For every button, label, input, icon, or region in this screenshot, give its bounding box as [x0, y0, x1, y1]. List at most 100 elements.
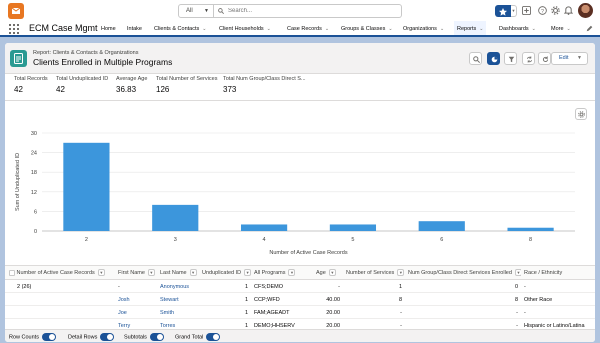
table-cell-link[interactable]: Stewart	[157, 294, 199, 306]
nav-item-home[interactable]: Home	[101, 21, 116, 37]
column-header-age[interactable]: Age ▼	[313, 265, 343, 280]
column-header-race-ethnicity[interactable]: Race / Ethnicity	[521, 265, 595, 280]
nav-item-label: Client Households	[219, 26, 264, 32]
search-scope-label: All	[186, 8, 193, 14]
chevron-down-icon[interactable]: ▼	[397, 269, 405, 277]
chevron-down-icon[interactable]: ▼	[328, 269, 336, 277]
global-search[interactable]	[214, 4, 402, 18]
table-cell: -	[343, 307, 405, 319]
nav-item-label: Clients & Contacts	[154, 26, 200, 32]
app-logo	[8, 3, 24, 19]
table-cell: CCP;WFD	[251, 294, 313, 306]
gear-icon[interactable]	[551, 6, 560, 15]
column-header-unduplicated-id[interactable]: Unduplicated ID ▼	[199, 265, 251, 280]
column-header-label: First Name	[118, 270, 145, 276]
app-nav-bar: ECM Case Mgmt Home Intake Clients & Cont…	[0, 21, 600, 37]
app-launcher-icon[interactable]	[9, 24, 19, 34]
group-label	[5, 307, 115, 319]
chevron-down-icon[interactable]: ⌄	[267, 26, 271, 32]
search-input[interactable]	[228, 6, 398, 16]
bar	[329, 224, 377, 231]
toggle-switch[interactable]: on	[149, 333, 164, 341]
chevron-down-icon[interactable]: ⌄	[325, 26, 329, 32]
y-tick-label: 0	[34, 229, 37, 235]
chevron-down-icon[interactable]: ▼	[147, 269, 155, 277]
y-tick-label: 18	[31, 170, 37, 176]
column-header-first-name[interactable]: First Name ▼	[115, 265, 157, 280]
chevron-down-icon[interactable]: ⌄	[388, 26, 392, 32]
toggle-switch[interactable]: on	[41, 333, 56, 341]
add-icon[interactable]	[522, 6, 531, 15]
column-header-all-programs[interactable]: All Programs ▼	[251, 265, 313, 280]
group-label[interactable]: 2 (26)	[5, 281, 115, 293]
nav-item-groups-classes[interactable]: Groups & Classes ⌄	[341, 21, 393, 37]
table-cell-link[interactable]: Josh	[115, 294, 157, 306]
chevron-down-icon[interactable]: ⌄	[567, 26, 571, 32]
chevron-down-icon[interactable]: ▼	[97, 269, 105, 277]
column-header-group-class-services[interactable]: Num Group/Class Direct Services Enrolled…	[405, 265, 521, 280]
table-cell-link[interactable]: Smith	[157, 307, 199, 319]
bar	[507, 227, 554, 231]
edit-nav-icon[interactable]	[586, 25, 593, 32]
toggle-switch[interactable]: on	[100, 333, 115, 341]
select-all-checkbox[interactable]	[9, 269, 15, 276]
nav-item-label: More	[551, 26, 564, 32]
bell-icon[interactable]	[564, 5, 573, 15]
nav-item-label: Reports	[457, 26, 477, 32]
table-cell: CFS;DEMO	[251, 281, 313, 293]
nav-item-intake[interactable]: Intake	[127, 21, 142, 37]
subtotals-toggle[interactable]: Subtotalson	[124, 333, 164, 341]
column-header-last-name[interactable]: Last Name ▼	[157, 265, 199, 280]
table-cell: FAM;AGEADT	[251, 307, 313, 319]
nav-item-label: Dashboards	[499, 26, 529, 32]
chevron-down-icon[interactable]: ⌄	[202, 26, 206, 32]
toggle-switch[interactable]: on	[206, 333, 221, 341]
nav-item-more[interactable]: More ⌄	[551, 21, 571, 37]
nav-item-label: Groups & Classes	[341, 26, 386, 32]
column-header-label: Last Name	[160, 270, 187, 276]
column-header-label: Age	[316, 270, 326, 276]
x-tick-label: 5	[351, 237, 354, 243]
table-cell: 1	[199, 307, 251, 319]
chevron-down-icon[interactable]: ⌄	[440, 26, 444, 32]
chevron-down-icon[interactable]: ▼	[244, 269, 251, 277]
table-cell: 20.00	[313, 307, 343, 319]
toggle-label: Row Counts	[9, 334, 39, 341]
chevron-down-icon[interactable]: ⌄	[532, 26, 536, 32]
nav-item-reports[interactable]: Reports ⌄	[454, 21, 487, 37]
column-header-label: Number of Services	[346, 270, 395, 276]
table-cell: 1	[343, 281, 405, 293]
column-header-label: Race / Ethnicity	[524, 270, 563, 276]
table-cell: -	[313, 281, 343, 293]
table-cell: -	[521, 281, 595, 293]
column-header-number-of-services[interactable]: Number of Services ▼	[343, 265, 405, 280]
avatar[interactable]	[578, 3, 593, 18]
x-tick-label: 2	[85, 237, 88, 243]
chevron-down-icon[interactable]: ▼	[288, 269, 296, 277]
nav-item-client-households[interactable]: Client Households ⌄	[219, 21, 271, 37]
detail-rows-toggle[interactable]: Detail Rowson	[68, 333, 115, 341]
search-scope-select[interactable]: All ▼	[178, 4, 214, 18]
table-cell-link[interactable]: Anonymous	[157, 281, 199, 293]
row-counts-toggle[interactable]: Row Countson	[9, 333, 56, 341]
favorites-menu-button[interactable]: ▼	[511, 5, 517, 17]
table-cell: 1	[199, 281, 251, 293]
table-cell: 8	[405, 294, 521, 306]
column-header-label: Number of Active Case Records	[16, 270, 95, 276]
nav-item-label: Home	[101, 26, 116, 32]
nav-item-organizations[interactable]: Organizations ⌄	[403, 21, 444, 37]
column-header-label: Unduplicated ID	[202, 270, 242, 276]
nav-item-case-records[interactable]: Case Records ⌄	[287, 21, 329, 37]
app-name: ECM Case Mgmt	[29, 23, 98, 33]
chevron-down-icon[interactable]: ⌄	[479, 26, 483, 32]
favorites-button[interactable]	[495, 5, 511, 17]
help-icon[interactable]: ?	[538, 6, 547, 15]
chevron-down-icon[interactable]: ▼	[189, 269, 197, 277]
nav-item-clients-contacts[interactable]: Clients & Contacts ⌄	[154, 21, 206, 37]
nav-item-dashboards[interactable]: Dashboards ⌄	[499, 21, 536, 37]
grand-total-toggle[interactable]: Grand Totalon	[175, 333, 221, 341]
column-header-case-records[interactable]: Number of Active Case Records ▼	[5, 265, 115, 280]
toggle-label: Grand Total	[175, 334, 204, 341]
bar	[418, 221, 465, 231]
table-cell-link[interactable]: Joe	[115, 307, 157, 319]
